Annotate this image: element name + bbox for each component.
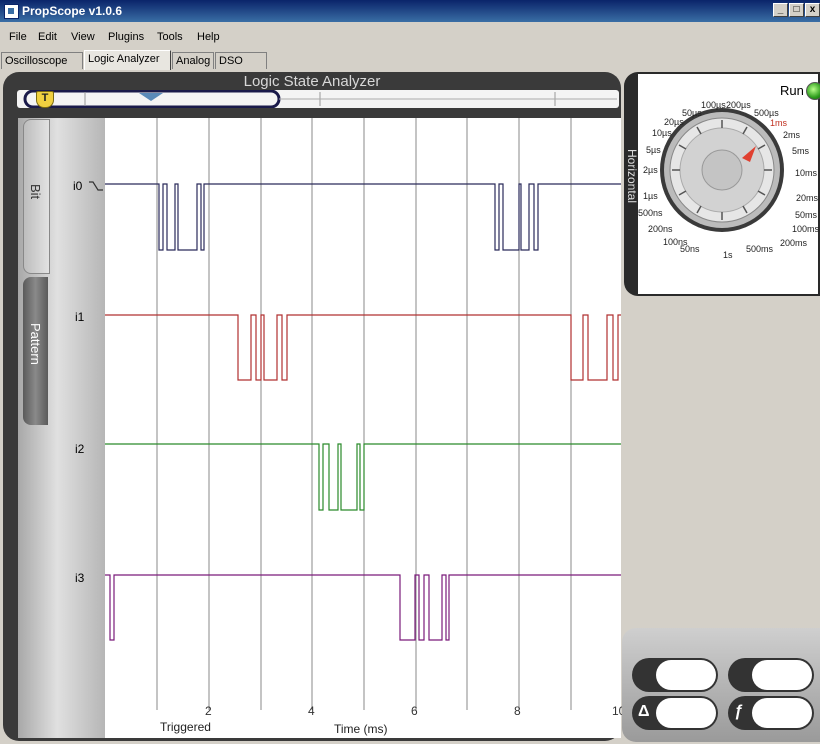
waveform-svg [105,118,621,710]
dial-label: 500ns [638,208,663,218]
pattern-view-tab[interactable]: Pattern [23,277,48,425]
panel-title: Logic State Analyzer [243,73,381,90]
delta-icon: Δ [638,703,650,720]
x-tick-label: 2 [205,704,212,718]
x-tick-label: 4 [308,704,315,718]
dial-label: 1s [723,250,733,260]
dial-label: 2ms [783,130,801,140]
edge-trigger-icon [89,181,103,191]
dial-label-selected: 1ms [770,118,788,128]
dial-label: 50ns [680,244,700,254]
trigger-marker-icon[interactable]: T [36,91,54,108]
dial-label: 10µs [652,128,672,138]
channel-label-i2: i2 [75,442,85,456]
dial-label: 500ms [746,244,774,254]
function-icon: ƒ [734,703,743,720]
dial-label: 50ms [795,210,818,220]
x-axis-label: Time (ms) [334,722,388,736]
waveform-plot[interactable]: 2 4 6 8 10 Triggered Time (ms) [105,118,625,738]
navigator-graphic [23,90,617,108]
app-icon [4,4,19,19]
maximize-button[interactable]: □ [789,3,804,17]
dial-label: 200ns [648,224,673,234]
window-title: PropScope v1.0.6 [22,4,123,18]
trigger-status-label: Triggered [160,720,211,734]
dial-label: 5ms [792,146,810,156]
minimize-button[interactable]: _ [773,3,788,17]
trace-i0 [105,183,621,251]
bit-view-tab[interactable]: Bit [23,119,50,274]
measure-button-1[interactable] [632,658,718,692]
menu-help[interactable]: Help [197,31,220,43]
dial-label: 200ms [780,238,808,248]
measurement-button-panel: Δ ƒ [622,628,820,742]
run-indicator-led[interactable] [806,82,820,100]
frequency-measure-button[interactable]: ƒ [728,696,814,730]
dial-label: 10ms [795,168,818,178]
menu-bar: File Edit View Plugins Tools Help [0,26,820,48]
dial-label: 1µs [643,191,658,201]
run-label: Run [780,83,804,98]
menu-tools[interactable]: Tools [157,31,183,43]
trace-i1 [105,314,621,381]
dial-label: 20µs [664,117,684,127]
x-tick-label: 8 [514,704,521,718]
dial-label: 500µs [754,108,779,118]
close-button[interactable]: x [805,3,820,17]
menu-edit[interactable]: Edit [38,31,57,43]
logic-analyzer-panel: Logic State Analyzer T Bit Pattern i0 i1… [3,72,625,741]
delta-measure-button[interactable]: Δ [632,696,718,730]
dial-label: 5µs [646,145,661,155]
dial-label: 200µs [726,100,751,110]
time-gridlines [156,118,572,710]
dial-label: 100µs [701,100,726,110]
dial-label: 100ms [792,224,820,234]
dial-label: 2µs [643,165,658,175]
dial-label: 50µs [682,108,702,118]
horizontal-side-label: Horizontal [625,149,639,204]
bit-tab-label: Bit [28,184,43,200]
tab-logic-analyzer[interactable]: Logic Analyzer [84,50,171,70]
channel-label-i1: i1 [75,310,85,324]
horizontal-timebase-panel: Horizontal Run 50µs 100µs 200µs 500µs 20… [624,72,820,296]
measure-button-2[interactable] [728,658,814,692]
tab-analog[interactable]: Analog [172,52,214,69]
pattern-tab-label: Pattern [28,323,43,365]
trace-i2 [105,443,621,511]
tab-dso-lsa[interactable]: DSO LSA [215,52,267,83]
channel-label-i3: i3 [75,571,85,585]
menu-plugins[interactable]: Plugins [108,31,144,43]
right-panel-spacer [624,296,820,628]
menu-file[interactable]: File [9,31,27,43]
dial-label: 20ms [796,193,819,203]
tab-oscilloscope[interactable]: Oscilloscope [1,52,83,69]
timeline-navigator[interactable]: T [17,90,619,108]
view-position-marker[interactable] [139,93,163,101]
menu-view[interactable]: View [71,31,95,43]
channel-label-i0: i0 [73,179,83,193]
trace-i3 [105,574,621,641]
title-bar: PropScope v1.0.6 _ □ x [0,0,820,22]
x-tick-label: 6 [411,704,418,718]
tab-strip: Oscilloscope Logic Analyzer Analog DSO L… [0,50,820,83]
